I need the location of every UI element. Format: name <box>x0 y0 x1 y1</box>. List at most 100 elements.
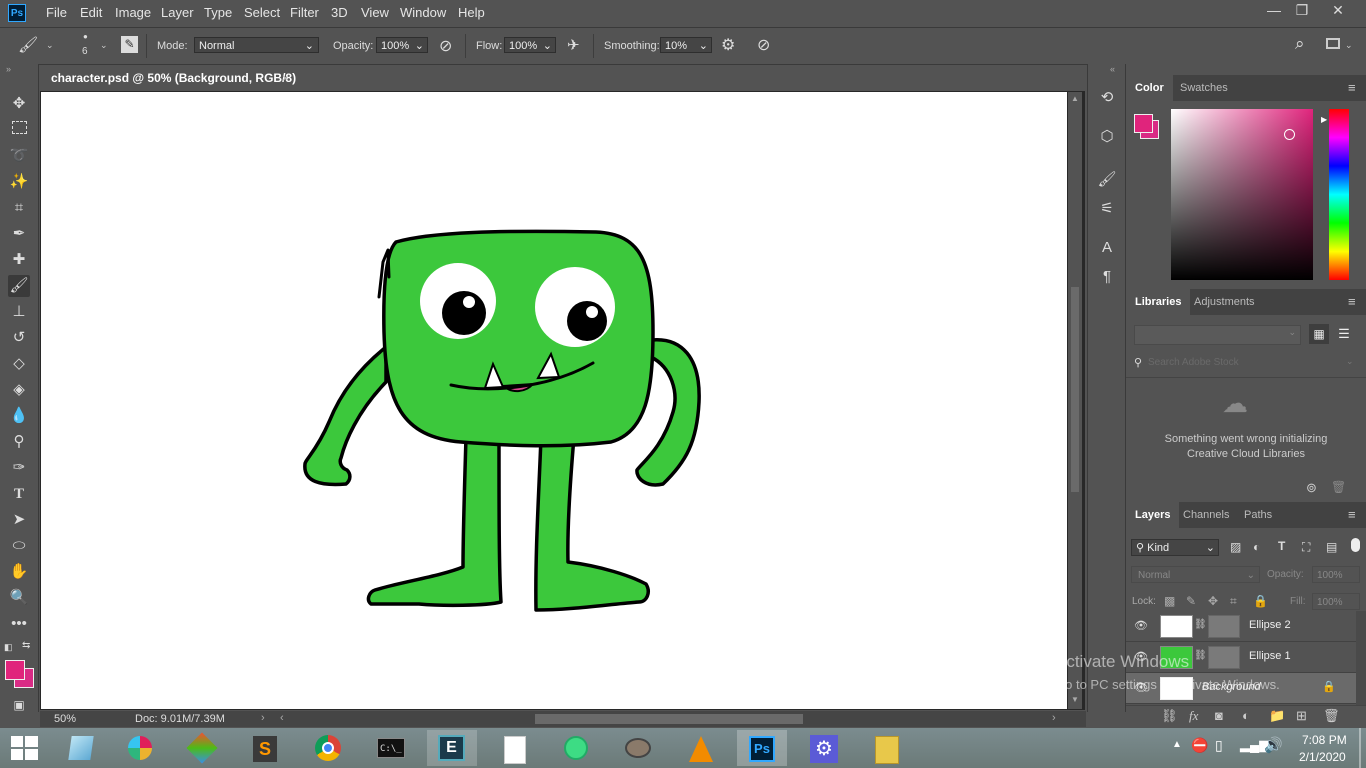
gear-icon[interactable]: ⚙ <box>721 35 735 55</box>
brush-tool-preset-icon[interactable]: 🖌 <box>18 35 38 55</box>
healing-brush-tool-icon[interactable]: ✚ <box>8 249 30 271</box>
close-tab-icon[interactable]: × <box>282 66 289 90</box>
menu-edit[interactable]: Edit <box>80 5 102 20</box>
tab-layers[interactable]: Layers <box>1126 502 1180 528</box>
taskbar-app-sublime-icon[interactable]: S <box>240 730 290 766</box>
filter-smart-object-icon[interactable]: ▤ <box>1326 540 1337 554</box>
foreground-color-swatch[interactable] <box>5 660 25 680</box>
photoshop-logo-icon[interactable]: Ps <box>8 4 26 22</box>
menu-select[interactable]: Select <box>244 5 280 20</box>
filter-adjustment-icon[interactable]: ◐ <box>1253 540 1260 554</box>
menu-layer[interactable]: Layer <box>161 5 194 20</box>
hue-slider[interactable] <box>1329 109 1349 280</box>
collapse-icon[interactable]: « <box>1110 64 1115 74</box>
opacity-input[interactable]: 100% ⌄ <box>376 37 428 53</box>
taskbar-app-git-icon[interactable] <box>177 730 227 766</box>
visibility-eye-icon[interactable]: 👁 <box>1134 619 1148 632</box>
swap-colors-icon[interactable]: ⇆ <box>22 640 30 651</box>
menu-view[interactable]: View <box>361 5 389 20</box>
minimize-button[interactable]: — <box>1262 2 1286 18</box>
menu-window[interactable]: Window <box>400 5 446 20</box>
lock-image-icon[interactable]: ✎ <box>1186 594 1196 608</box>
show-hidden-icons-icon[interactable]: ▲ <box>1172 739 1182 750</box>
collapse-icon[interactable]: » <box>6 64 11 74</box>
tab-color[interactable]: Color <box>1126 75 1173 101</box>
ellipse-tool-icon[interactable]: ⬭ <box>8 535 30 557</box>
taskbar-app-chrome-icon[interactable] <box>303 730 353 766</box>
vertical-scrollbar[interactable]: ▲ ▼ <box>1068 92 1082 709</box>
airbrush-icon[interactable]: ✈ <box>567 36 580 54</box>
lock-artboard-icon[interactable]: ⌗ <box>1230 594 1237 609</box>
scroll-thumb[interactable] <box>1071 287 1079 492</box>
layer-opacity-input[interactable]: 100% <box>1312 566 1360 583</box>
taskbar-app-explorer-icon[interactable] <box>56 730 106 766</box>
magic-wand-tool-icon[interactable]: ✨ <box>8 171 30 193</box>
chevron-down-icon[interactable]: ⌄ <box>46 40 54 51</box>
zoom-level[interactable]: 50% <box>54 713 76 725</box>
character-panel-icon[interactable]: A <box>1096 237 1118 259</box>
show-desktop-button[interactable] <box>1359 728 1361 768</box>
blur-tool-icon[interactable]: 💧 <box>8 405 30 427</box>
properties-icon[interactable]: ⚟ <box>1096 198 1118 220</box>
battery-icon[interactable]: ▯ <box>1215 737 1223 754</box>
document-canvas[interactable] <box>41 92 1067 709</box>
status-menu-icon[interactable]: › <box>261 712 265 724</box>
chevron-down-icon[interactable]: ⌄ <box>1346 356 1354 367</box>
marquee-tool-icon[interactable] <box>8 119 30 141</box>
link-layers-icon[interactable]: ⛓ <box>1161 708 1178 724</box>
pressure-size-icon[interactable]: ⊘ <box>757 35 770 55</box>
quick-mask-icon[interactable]: ▣ <box>8 694 30 716</box>
stamp-tool-icon[interactable]: ⊥ <box>8 301 30 323</box>
history-panel-icon[interactable]: ⟲ <box>1096 87 1118 109</box>
fx-icon[interactable]: fx <box>1189 708 1198 724</box>
mode-select[interactable]: Normal ⌄ <box>194 37 319 53</box>
filter-toggle[interactable] <box>1351 538 1360 552</box>
history-brush-tool-icon[interactable]: ↺ <box>8 327 30 349</box>
menu-3d[interactable]: 3D <box>331 5 348 20</box>
hand-tool-icon[interactable]: ✋ <box>8 561 30 583</box>
paint-bucket-tool-icon[interactable]: ◈ <box>8 379 30 401</box>
horizontal-scroll-thumb[interactable] <box>535 714 803 724</box>
layer-row[interactable]: 👁 ⛓ Ellipse 2 <box>1126 611 1356 642</box>
taskbar-app-photoshop-icon[interactable]: Ps <box>737 730 787 766</box>
restore-button[interactable]: ❐ <box>1290 2 1314 19</box>
lasso-tool-icon[interactable]: ➰ <box>8 145 30 167</box>
scroll-right-icon[interactable]: › <box>1052 712 1056 724</box>
taskbar-app-editor-icon[interactable]: E <box>427 730 477 766</box>
brush-tool-icon[interactable]: 🖌 <box>8 275 30 297</box>
brush-settings-panel-icon[interactable]: ✎ <box>121 36 138 53</box>
paragraph-panel-icon[interactable]: ¶ <box>1096 266 1118 288</box>
group-folder-icon[interactable]: 📁 <box>1269 708 1285 724</box>
trash-icon[interactable]: 🗑 <box>1331 480 1346 494</box>
default-colors-icon[interactable]: ◧ <box>4 642 13 653</box>
clock-time[interactable]: 7:08 PM <box>1302 733 1347 747</box>
taskbar-app-file-icon[interactable] <box>489 730 539 766</box>
menu-help[interactable]: Help <box>458 5 485 20</box>
3d-panel-icon[interactable]: ⬡ <box>1096 126 1118 148</box>
tab-libraries[interactable]: Libraries <box>1126 289 1191 315</box>
eyedropper-tool-icon[interactable]: ✒ <box>8 223 30 245</box>
taskbar-app-terminal-icon[interactable]: C:\_ <box>365 730 415 766</box>
pen-tool-icon[interactable]: ✑ <box>8 457 30 479</box>
adjustment-layer-icon[interactable]: ◐ <box>1242 708 1250 723</box>
stock-search-input[interactable]: Search Adobe Stock <box>1148 357 1239 368</box>
lock-transparent-icon[interactable]: ▩ <box>1164 594 1175 608</box>
menu-type[interactable]: Type <box>204 5 232 20</box>
library-select[interactable]: ⌄ <box>1134 325 1301 345</box>
tab-swatches[interactable]: Swatches <box>1171 75 1237 101</box>
brush-settings-icon[interactable]: 🖌 <box>1096 169 1118 191</box>
creative-cloud-icon[interactable]: ⊚ <box>1306 480 1317 496</box>
lock-position-icon[interactable]: ✥ <box>1208 594 1218 608</box>
taskbar-app-android-studio-icon[interactable] <box>551 730 601 766</box>
lock-all-icon[interactable]: 🔒 <box>1253 594 1268 608</box>
taskbar-app-gimp-icon[interactable] <box>613 730 663 766</box>
clock-date[interactable]: 2/1/2020 <box>1299 750 1346 764</box>
layers-scrollbar[interactable] <box>1356 611 1366 706</box>
smoothing-input[interactable]: 10% ⌄ <box>660 37 712 53</box>
close-window-button[interactable]: ✕ <box>1326 2 1350 19</box>
workspace-icon[interactable] <box>1326 38 1340 49</box>
panel-menu-icon[interactable]: ≡ <box>1348 80 1356 95</box>
search-icon[interactable]: ⌕ <box>1295 34 1305 54</box>
pressure-opacity-icon[interactable]: ⊘ <box>439 36 452 56</box>
menu-image[interactable]: Image <box>115 5 151 20</box>
